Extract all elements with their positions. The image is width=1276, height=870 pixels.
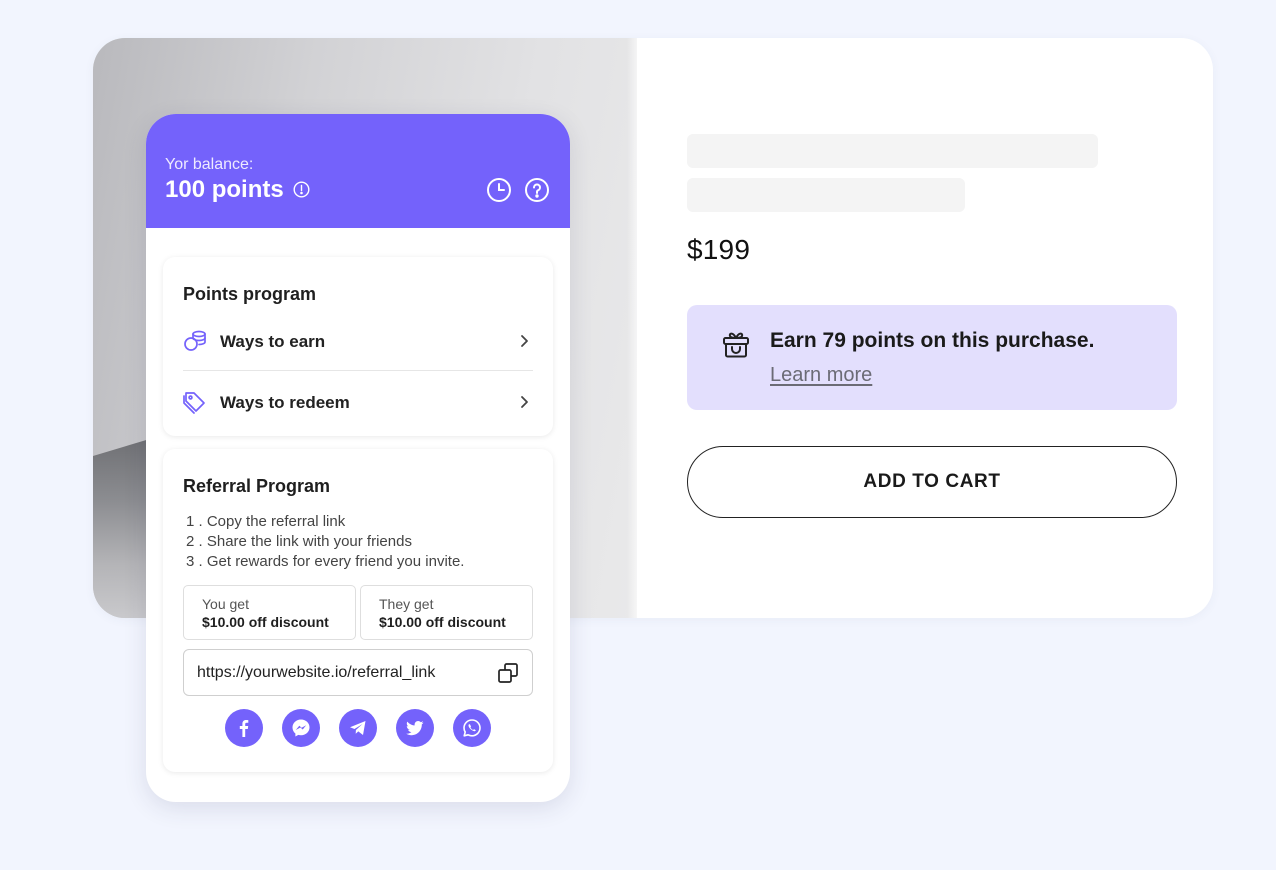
product-price: $199 bbox=[687, 234, 751, 265]
whatsapp-share-button[interactable] bbox=[453, 709, 491, 747]
chevron-right-icon bbox=[521, 335, 528, 347]
earn-points-text: Earn 79 points on this purchase. bbox=[770, 329, 1095, 352]
history-icon[interactable] bbox=[486, 177, 512, 203]
divider bbox=[183, 370, 533, 371]
twitter-share-button[interactable] bbox=[396, 709, 434, 747]
referral-program-section: Referral Program 1 . Copy the referral l… bbox=[163, 449, 553, 772]
facebook-icon bbox=[239, 720, 249, 737]
subtitle-placeholder bbox=[687, 178, 965, 212]
referral-step: 2 . Share the link with your friends bbox=[186, 533, 412, 550]
social-share-row bbox=[225, 709, 491, 747]
you-get-value: $10.00 off discount bbox=[202, 614, 329, 630]
balance-value: 100 points bbox=[165, 176, 284, 203]
product-image-object bbox=[93, 438, 153, 618]
chevron-right-icon bbox=[521, 396, 528, 408]
ways-to-redeem-label: Ways to redeem bbox=[220, 393, 350, 412]
ways-to-redeem-item[interactable]: Ways to redeem bbox=[183, 378, 533, 428]
copy-icon[interactable] bbox=[497, 662, 519, 684]
loyalty-widget: Yor balance: 100 points Points program W… bbox=[146, 114, 570, 802]
widget-header: Yor balance: 100 points bbox=[146, 114, 570, 228]
points-program-section: Points program Ways to earn Ways to rede… bbox=[163, 257, 553, 436]
twitter-icon bbox=[406, 721, 424, 736]
ways-to-earn-item[interactable]: Ways to earn bbox=[183, 317, 533, 367]
messenger-icon bbox=[292, 719, 310, 737]
referral-link-input[interactable] bbox=[197, 662, 487, 684]
learn-more-link[interactable]: Learn more bbox=[770, 364, 872, 387]
ways-to-earn-label: Ways to earn bbox=[220, 332, 326, 351]
title-placeholder bbox=[687, 134, 1098, 168]
telegram-icon bbox=[350, 721, 366, 735]
they-get-label: They get bbox=[379, 596, 434, 612]
referral-step: 1 . Copy the referral link bbox=[186, 513, 346, 530]
you-get-label: You get bbox=[202, 596, 249, 612]
help-icon[interactable] bbox=[524, 177, 550, 203]
add-to-cart-button[interactable]: ADD TO CART bbox=[687, 446, 1177, 518]
whatsapp-icon bbox=[463, 719, 481, 737]
referral-step: 3 . Get rewards for every friend you inv… bbox=[186, 553, 465, 570]
referral-steps: 1 . Copy the referral link 2 . Share the… bbox=[186, 512, 464, 572]
telegram-share-button[interactable] bbox=[339, 709, 377, 747]
coins-icon bbox=[184, 330, 206, 351]
tag-icon bbox=[183, 392, 205, 414]
points-program-title: Points program bbox=[183, 284, 317, 304]
info-icon[interactable] bbox=[293, 181, 310, 198]
you-get-box: You get $10.00 off discount bbox=[183, 585, 356, 640]
balance-label: Yor balance: bbox=[165, 156, 254, 173]
they-get-box: They get $10.00 off discount bbox=[360, 585, 533, 640]
referral-link-field bbox=[183, 649, 533, 696]
they-get-value: $10.00 off discount bbox=[379, 614, 506, 630]
gift-icon bbox=[723, 332, 749, 358]
referral-program-title: Referral Program bbox=[183, 476, 331, 496]
earn-points-banner: Earn 79 points on this purchase. Learn m… bbox=[687, 305, 1177, 410]
facebook-share-button[interactable] bbox=[225, 709, 263, 747]
messenger-share-button[interactable] bbox=[282, 709, 320, 747]
